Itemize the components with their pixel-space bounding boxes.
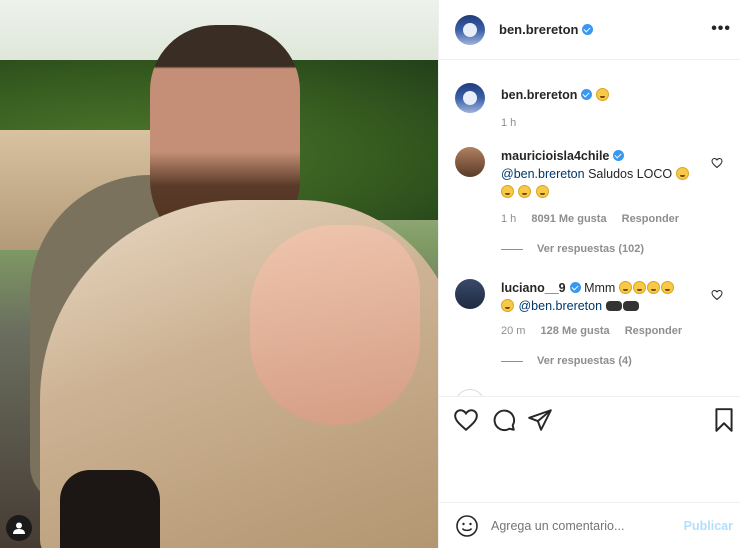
grin-emoji [501, 185, 514, 198]
view-replies-label: Ver respuestas (102) [537, 243, 645, 255]
grin-emoji [675, 167, 689, 180]
photo-woman-face [250, 225, 420, 425]
rofl-emoji [501, 299, 514, 312]
emoji-picker-icon[interactable] [455, 514, 479, 538]
photo-woman-top [60, 470, 160, 548]
view-replies-label: Ver respuestas (4) [537, 355, 632, 367]
wink-emoji [618, 281, 632, 294]
reply-button[interactable]: Responder [622, 213, 679, 225]
like-heart-icon[interactable] [453, 407, 479, 433]
comment-icon[interactable] [491, 407, 517, 433]
post-header: ben.brereton ••• [439, 0, 740, 60]
bookmark-icon[interactable] [711, 407, 737, 433]
comment-text: Mmm [584, 281, 616, 295]
comment-author[interactable]: mauricioisla4chile [501, 149, 609, 163]
grin-emoji [518, 185, 532, 198]
verified-icon [581, 89, 593, 100]
grin-emoji [535, 185, 549, 198]
view-replies-button[interactable]: Ver respuestas (102) [501, 243, 644, 255]
post-photo[interactable] [0, 0, 438, 548]
caption-author[interactable]: ben.brereton [501, 88, 577, 102]
tagged-users-button[interactable] [6, 515, 32, 541]
gamepad-emoji [622, 301, 639, 311]
comment-text: Saludos LOCO [588, 167, 673, 181]
wink-emoji [646, 281, 660, 294]
avatar[interactable] [455, 279, 485, 309]
like-comment-heart-icon[interactable] [711, 289, 723, 301]
wink-emoji [595, 88, 609, 101]
post-author[interactable]: ben.brereton [499, 22, 578, 37]
caption-time[interactable]: 1 h [501, 117, 516, 129]
divider [501, 360, 523, 362]
reply-button[interactable]: Responder [625, 325, 682, 337]
divider [501, 248, 523, 250]
comment-time[interactable]: 20 m [501, 325, 525, 337]
view-replies-button[interactable]: Ver respuestas (4) [501, 355, 632, 367]
publish-button[interactable]: Publicar [684, 519, 733, 533]
post-side-panel: ben.brereton ••• ben.brereton 1 h mauric… [438, 0, 740, 548]
mention-link[interactable]: @ben.brereton [518, 299, 602, 313]
more-options-button[interactable]: ••• [711, 20, 731, 38]
comment-time[interactable]: 1 h [501, 213, 516, 225]
mention-link[interactable]: @ben.brereton [501, 167, 585, 181]
comment-likes[interactable]: 8091 Me gusta [531, 213, 606, 225]
verified-icon [569, 282, 581, 293]
comment-author[interactable]: luciano__9 [501, 281, 566, 295]
avatar [455, 389, 485, 396]
wink-emoji [632, 281, 646, 294]
add-comment-bar: Publicar [439, 502, 740, 548]
avatar[interactable] [455, 147, 485, 177]
verified-icon [582, 24, 594, 35]
avatar[interactable] [455, 14, 485, 45]
comments-list: ben.brereton 1 h mauricioisla4chile @ben… [439, 61, 740, 396]
user-icon [13, 522, 25, 534]
post-actions [439, 396, 740, 444]
comment-likes[interactable]: 128 Me gusta [541, 325, 610, 337]
share-icon[interactable] [527, 407, 553, 433]
rofl-emoji [660, 281, 674, 294]
verified-icon [613, 150, 625, 161]
comment-input[interactable] [491, 518, 684, 533]
gamepad-emoji [605, 301, 622, 311]
avatar[interactable] [455, 83, 485, 113]
like-comment-heart-icon[interactable] [711, 157, 723, 169]
